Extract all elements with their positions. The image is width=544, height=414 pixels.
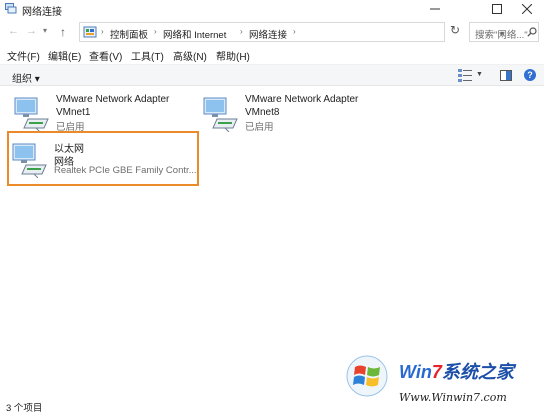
adapter-name: VMware Network Adapter bbox=[245, 94, 359, 105]
menu-edit[interactable]: 编辑(E) bbox=[48, 48, 81, 63]
windows-logo-icon bbox=[346, 355, 388, 397]
menu-advanced[interactable]: 高级(N) bbox=[173, 48, 207, 63]
breadcrumb-separator-icon: › bbox=[293, 27, 296, 36]
close-icon bbox=[522, 4, 532, 14]
close-button[interactable] bbox=[510, 0, 544, 18]
back-arrow-icon[interactable]: ← bbox=[8, 25, 19, 37]
network-connections-icon bbox=[5, 3, 17, 14]
title-bar: 网络连接 bbox=[0, 0, 544, 18]
adapter-network: VMnet8 bbox=[245, 107, 280, 118]
up-arrow-icon[interactable]: ↑ bbox=[60, 25, 66, 39]
search-placeholder: 搜索"网络..." bbox=[475, 30, 528, 41]
menu-help[interactable]: 帮助(H) bbox=[216, 48, 250, 63]
breadcrumb-control-panel[interactable]: 控制面板 bbox=[110, 27, 148, 41]
maximize-button[interactable] bbox=[480, 0, 514, 18]
adapter-name: VMware Network Adapter bbox=[56, 94, 170, 105]
adapter-vmnet8[interactable]: VMware Network Adapter VMnet8 已启用 bbox=[203, 94, 393, 142]
control-panel-icon bbox=[83, 26, 97, 38]
breadcrumb-separator-icon: › bbox=[240, 27, 243, 36]
adapter-ethernet[interactable]: 以太网 网络 Realtek PCIe GBE Family Contr... bbox=[12, 140, 202, 188]
watermark-url: Www.Winwin7.com bbox=[399, 391, 507, 404]
organize-button[interactable]: 组织 ▾ bbox=[12, 70, 40, 85]
forward-arrow-icon[interactable]: → bbox=[26, 25, 37, 37]
view-options-chevron-icon[interactable]: ▼ bbox=[476, 71, 483, 78]
maximize-icon bbox=[492, 4, 502, 14]
breadcrumb-network-internet[interactable]: 网络和 Internet bbox=[163, 27, 226, 41]
breadcrumb-separator-icon: › bbox=[101, 27, 104, 36]
watermark-brand: Win7系统之家 bbox=[399, 362, 514, 382]
refresh-icon[interactable]: ↻ bbox=[446, 23, 464, 41]
menu-file[interactable]: 文件(F) bbox=[7, 48, 40, 63]
address-bar[interactable]: › 控制面板 › 网络和 Internet › 网络连接 › ▾ bbox=[79, 22, 504, 42]
search-icon bbox=[527, 27, 537, 37]
menu-view[interactable]: 查看(V) bbox=[89, 48, 122, 63]
change-view-icon[interactable] bbox=[458, 69, 472, 82]
adapter-status: 已启用 bbox=[245, 122, 274, 133]
adapter-status: Realtek PCIe GBE Family Contr... bbox=[54, 165, 197, 176]
navigation-bar: ← → ▾ ↑ › 控制面板 › 网络和 Internet › 网络连接 › ▾… bbox=[0, 19, 544, 43]
minimize-button[interactable] bbox=[418, 0, 452, 18]
recent-locations-chevron-icon[interactable]: ▾ bbox=[43, 26, 47, 35]
minimize-icon bbox=[430, 8, 440, 10]
breadcrumb-network-connections[interactable]: 网络连接 bbox=[249, 27, 287, 41]
command-toolbar: 组织 ▾ ▼ ? bbox=[0, 64, 544, 86]
network-adapter-icon bbox=[14, 97, 49, 132]
watermark: Win7系统之家 Www.Winwin7.com bbox=[337, 351, 544, 411]
menu-bar: 文件(F) 编辑(E) 查看(V) 工具(T) 高级(N) 帮助(H) bbox=[0, 45, 544, 63]
network-adapter-icon bbox=[12, 143, 47, 178]
adapter-network: VMnet1 bbox=[56, 107, 91, 118]
search-input[interactable]: 搜索"网络..." bbox=[469, 22, 539, 42]
help-icon[interactable]: ? bbox=[524, 69, 536, 81]
preview-pane-icon[interactable] bbox=[500, 70, 512, 81]
menu-tools[interactable]: 工具(T) bbox=[131, 48, 164, 63]
network-adapter-icon bbox=[203, 97, 238, 132]
item-count: 3 个项目 bbox=[6, 403, 43, 414]
window-title: 网络连接 bbox=[22, 7, 62, 18]
breadcrumb-separator-icon: › bbox=[154, 27, 157, 36]
